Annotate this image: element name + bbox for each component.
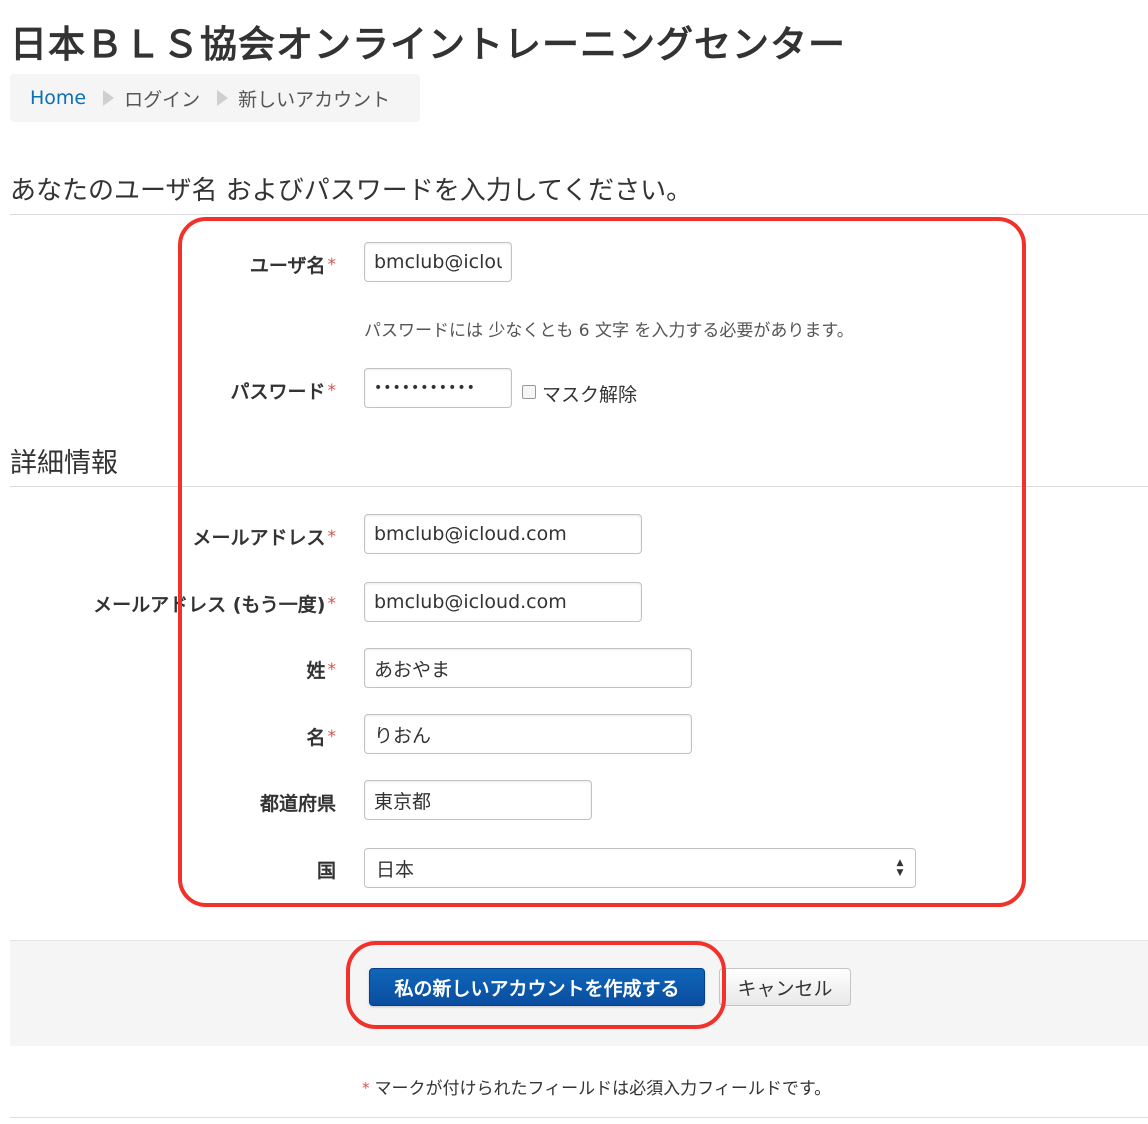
email-input[interactable] xyxy=(364,514,642,554)
breadcrumb-current: 新しいアカウント xyxy=(238,88,391,111)
cancel-button[interactable]: キャンセル xyxy=(719,968,851,1006)
required-marker: * xyxy=(327,594,337,614)
divider xyxy=(10,214,1148,215)
prefecture-input[interactable] xyxy=(364,780,592,820)
password-label: パスワード * xyxy=(230,381,337,403)
country-select[interactable]: 日本 ▲ ▼ xyxy=(364,848,916,888)
required-marker: * xyxy=(327,660,337,680)
required-marker: * xyxy=(327,527,337,547)
email-again-input[interactable] xyxy=(364,582,642,622)
login-section-heading: あなたのユーザ名 およびパスワードを入力してください。 xyxy=(10,176,693,206)
site-title: 日本ＢＬＳ協会オンライントレーニングセンター xyxy=(10,23,846,66)
username-label: ユーザ名 * xyxy=(249,255,337,277)
required-marker: * xyxy=(327,381,337,401)
breadcrumb: Home ログイン 新しいアカウント xyxy=(10,74,420,122)
email-label: メールアドレス * xyxy=(192,527,337,549)
breadcrumb-separator-icon xyxy=(217,90,229,106)
firstname-label: 名 * xyxy=(306,727,337,749)
required-marker: * xyxy=(327,255,337,275)
select-arrows-icon: ▲ ▼ xyxy=(896,858,904,878)
divider xyxy=(10,1117,1148,1118)
country-selected-value: 日本 xyxy=(376,858,415,881)
breadcrumb-separator-icon xyxy=(103,90,115,106)
username-input[interactable] xyxy=(364,242,512,282)
required-marker: * xyxy=(362,1079,370,1097)
unmask-checkbox[interactable] xyxy=(522,385,536,399)
required-marker: * xyxy=(327,727,337,747)
required-fields-note: * マークが付けられたフィールドは必須入力フィールドです。 xyxy=(362,1079,832,1099)
lastname-label: 姓 * xyxy=(306,660,337,682)
prefecture-label: 都道府県 xyxy=(259,793,336,815)
divider xyxy=(10,486,1148,487)
firstname-input[interactable] xyxy=(364,714,692,754)
details-section-heading: 詳細情報 xyxy=(10,448,118,479)
password-hint: パスワードには 少なくとも 6 文字 を入力する必要があります。 xyxy=(364,321,854,341)
lastname-input[interactable] xyxy=(364,648,692,688)
create-account-button[interactable]: 私の新しいアカウントを作成する xyxy=(369,968,705,1006)
breadcrumb-login-link[interactable]: ログイン xyxy=(124,85,200,112)
email-again-label: メールアドレス (もう一度) * xyxy=(93,594,337,616)
breadcrumb-home-link[interactable]: Home xyxy=(30,87,86,109)
password-input[interactable] xyxy=(364,368,512,408)
country-label: 国 xyxy=(316,860,336,882)
unmask-label[interactable]: マスク解除 xyxy=(542,380,637,407)
